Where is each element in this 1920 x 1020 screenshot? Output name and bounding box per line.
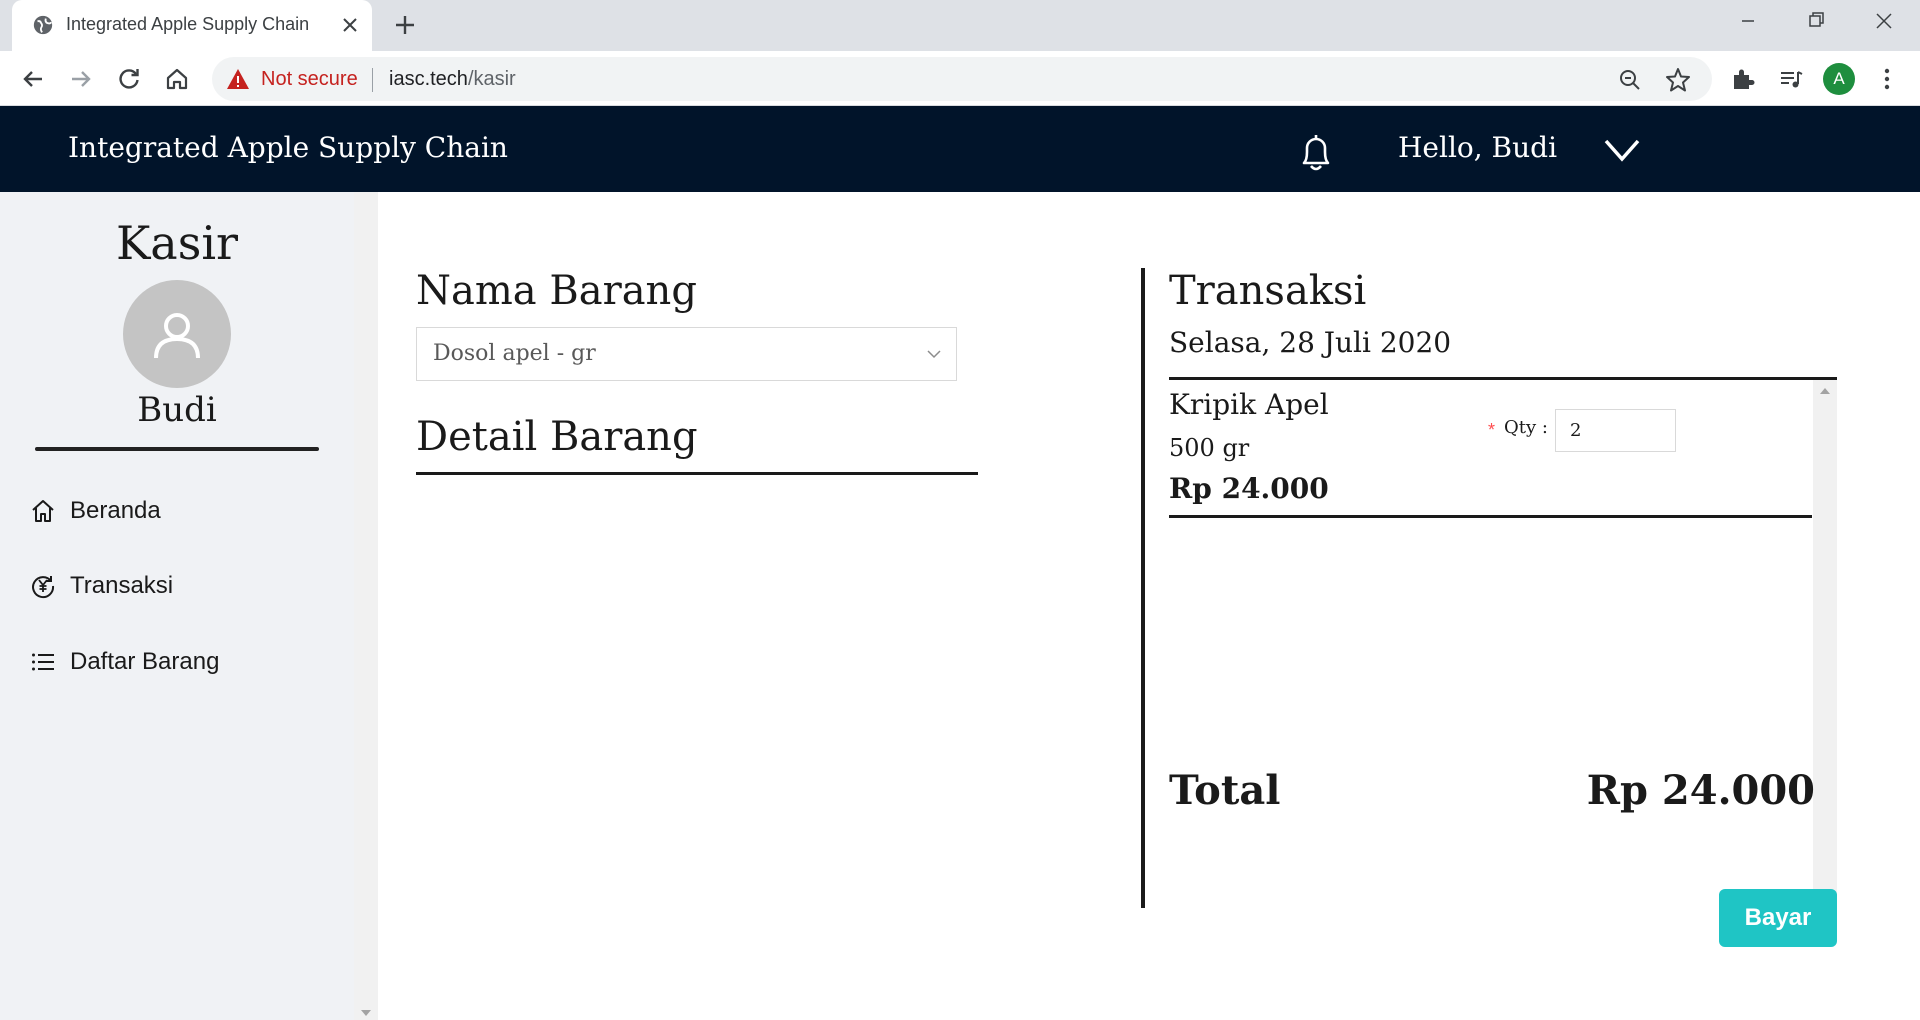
sidebar-item-transaksi[interactable]: Transaksi	[30, 565, 330, 605]
browser-tabstrip: Integrated Apple Supply Chain	[0, 0, 1920, 51]
address-bar[interactable]: Not secure iasc.tech/kasir	[212, 57, 1712, 101]
qty-input[interactable]	[1555, 409, 1676, 452]
page-title: Transaksi	[416, 192, 781, 208]
back-icon[interactable]	[18, 64, 48, 94]
total-label: Total	[1169, 767, 1281, 814]
total-value: Rp 24.000	[1586, 767, 1815, 814]
app-brand[interactable]: Integrated Apple Supply Chain	[68, 131, 508, 164]
transaction-date: Selasa, 28 Juli 2020	[1169, 326, 1452, 359]
user-icon	[154, 313, 200, 359]
restore-icon[interactable]	[1796, 6, 1836, 36]
user-name: Budi	[137, 390, 217, 430]
notification-bell-icon[interactable]	[1296, 130, 1336, 174]
tab-title: Integrated Apple Supply Chain	[66, 14, 310, 34]
new-tab-icon[interactable]	[390, 10, 420, 40]
sidebar-item-label: Daftar Barang	[70, 648, 220, 675]
minimize-icon[interactable]	[1728, 6, 1768, 36]
qty-label: Qty :	[1504, 417, 1548, 438]
omnibox-separator	[372, 68, 373, 92]
column-divider	[1141, 268, 1145, 908]
sidebar-item-daftar-barang[interactable]: Daftar Barang	[30, 641, 330, 681]
home-button-icon[interactable]	[162, 64, 192, 94]
avatar	[123, 280, 231, 388]
more-menu-icon[interactable]	[1872, 64, 1902, 94]
globe-icon	[33, 15, 53, 35]
warning-icon	[227, 69, 249, 89]
user-role: Kasir	[115, 216, 239, 270]
browser-tab[interactable]: Integrated Apple Supply Chain	[12, 0, 372, 51]
forward-icon[interactable]	[66, 64, 96, 94]
security-label[interactable]: Not secure	[261, 68, 358, 91]
cart-item-divider	[1169, 515, 1812, 518]
transaction-divider	[1169, 377, 1837, 380]
app-header: Integrated Apple Supply Chain Hello, Bud…	[0, 106, 1920, 192]
window-close-icon[interactable]	[1864, 6, 1904, 36]
nama-barang-label: Nama Barang	[416, 268, 697, 314]
browser-toolbar: Not secure iasc.tech/kasir A	[0, 51, 1920, 106]
item-select[interactable]: Dosol apel - gr	[416, 327, 957, 381]
cart-item-weight: 500 gr	[1169, 434, 1250, 462]
scroll-down-arrow[interactable]	[361, 1010, 371, 1016]
home-icon	[32, 500, 54, 522]
reload-icon[interactable]	[114, 64, 144, 94]
chevron-down-icon	[927, 350, 941, 359]
pay-button[interactable]: Bayar	[1719, 889, 1837, 947]
bookmark-star-icon[interactable]	[1664, 66, 1692, 94]
list-icon	[32, 653, 54, 671]
detail-barang-label: Detail Barang	[416, 414, 698, 460]
sidebar-scrollbar[interactable]	[354, 192, 378, 1020]
extensions-icon[interactable]	[1728, 64, 1758, 94]
sidebar-item-label: Transaksi	[70, 572, 174, 599]
sidebar: Kasir Budi Beranda Transaksi Daftar Bara…	[0, 192, 354, 1020]
zoom-icon[interactable]	[1616, 66, 1644, 94]
transaction-icon	[32, 576, 55, 599]
required-marker: *	[1488, 420, 1496, 440]
media-control-icon[interactable]	[1776, 64, 1806, 94]
profile-avatar[interactable]: A	[1823, 63, 1855, 95]
close-tab-icon[interactable]	[338, 13, 362, 37]
cart-item-price: Rp 24.000	[1169, 472, 1329, 505]
cart-scrollbar[interactable]	[1813, 380, 1837, 934]
scroll-up-arrow[interactable]	[1820, 388, 1830, 394]
detail-underline	[416, 472, 978, 475]
cart-item-name: Kripik Apel	[1169, 388, 1329, 421]
main-content: Transaksi Nama Barang Dosol apel - gr De…	[378, 192, 1920, 1020]
item-select-value: Dosol apel - gr	[433, 341, 596, 366]
url-text[interactable]: iasc.tech/kasir	[389, 68, 516, 91]
sidebar-item-beranda[interactable]: Beranda	[30, 490, 330, 530]
sidebar-divider	[35, 447, 319, 451]
chevron-down-icon[interactable]	[1602, 136, 1642, 164]
user-greeting[interactable]: Hello, Budi	[1398, 131, 1557, 164]
transaction-title: Transaksi	[1169, 268, 1367, 314]
sidebar-item-label: Beranda	[70, 497, 161, 524]
